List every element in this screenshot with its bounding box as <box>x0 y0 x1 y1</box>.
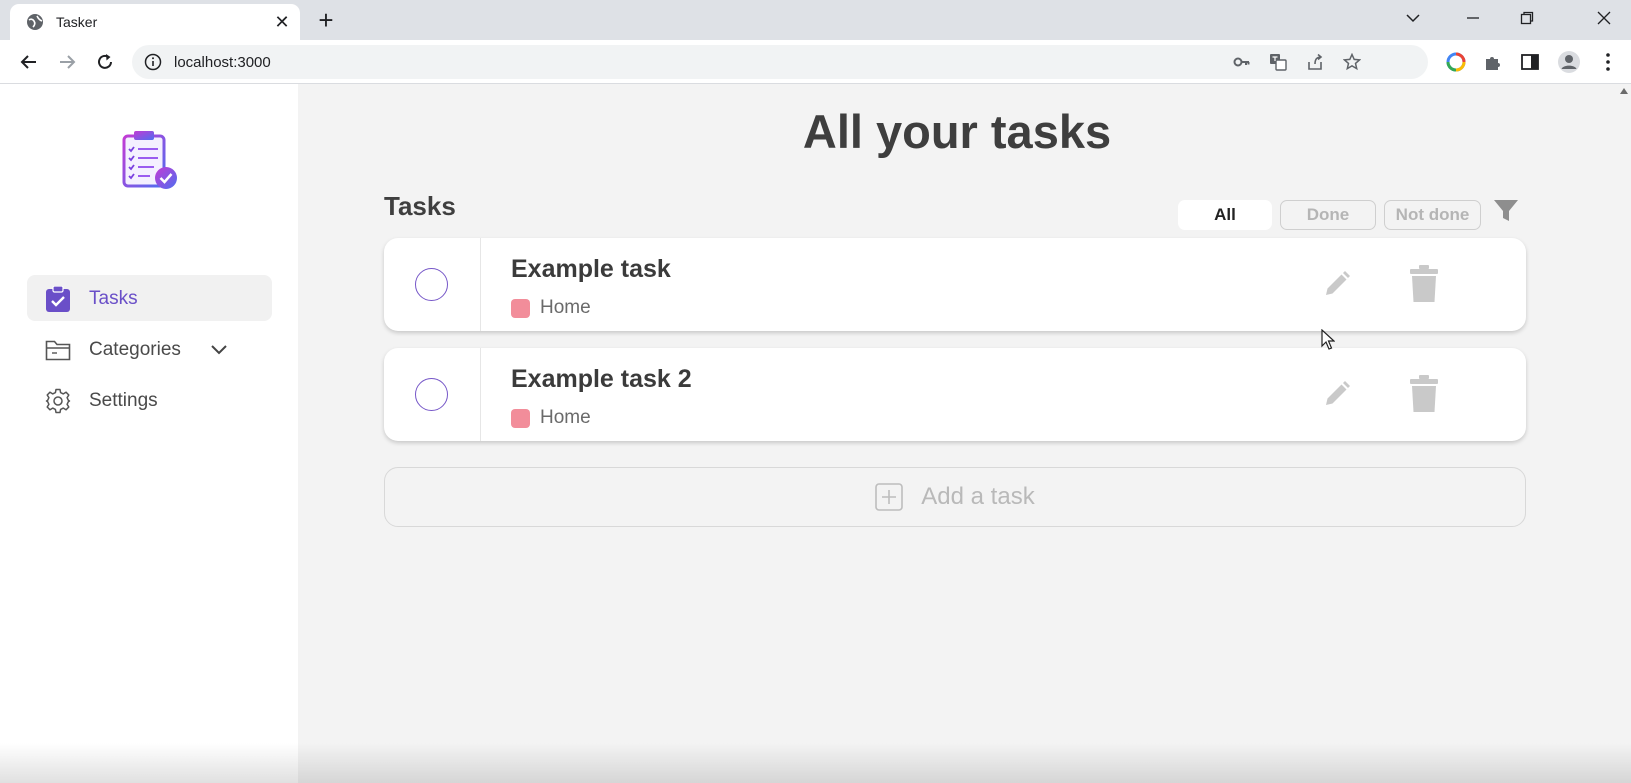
globe-icon <box>27 14 43 30</box>
edit-pencil-icon[interactable] <box>1321 268 1353 300</box>
scroll-up-arrow-icon[interactable] <box>1620 88 1628 94</box>
url-text[interactable]: localhost:3000 <box>174 54 271 71</box>
task-complete-checkbox[interactable] <box>415 378 448 411</box>
browser-toolbar: localhost:3000 <box>0 40 1631 84</box>
menu-kebab-icon[interactable] <box>1596 50 1620 74</box>
forward-icon[interactable] <box>53 48 81 76</box>
page: Tasks Categories Settings All your tasks… <box>0 84 1631 783</box>
task-card[interactable]: Example task Home <box>384 238 1526 331</box>
category-color-swatch <box>511 299 530 318</box>
section-title: Tasks <box>384 191 456 221</box>
filter-all-button[interactable]: All <box>1178 200 1272 230</box>
new-tab-button[interactable]: + <box>313 7 339 33</box>
page-title: All your tasks <box>802 105 1112 158</box>
side-panel-icon[interactable] <box>1518 50 1542 74</box>
category-color-swatch <box>511 409 530 428</box>
browser-tab[interactable]: Tasker ✕ <box>10 4 300 40</box>
tasker-logo-icon <box>122 131 177 189</box>
filter-funnel-icon[interactable] <box>1493 198 1519 224</box>
restore-icon[interactable] <box>1512 5 1542 31</box>
main-content: All your tasks Tasks All Done Not done E… <box>298 84 1616 783</box>
add-task-label: Add a task <box>921 483 1035 510</box>
tab-strip: Tasker ✕ + <box>0 0 1631 40</box>
profile-avatar-icon[interactable] <box>1557 50 1581 74</box>
reload-icon[interactable] <box>91 48 119 76</box>
bookmark-star-icon[interactable] <box>1342 52 1362 72</box>
extension-colorful-icon[interactable] <box>1444 50 1468 74</box>
minimize-icon[interactable] <box>1458 5 1488 31</box>
clipboard-check-icon <box>46 286 70 312</box>
tab-title: Tasker <box>56 14 98 30</box>
sidebar-item-tasks[interactable]: Tasks <box>27 275 272 321</box>
mouse-cursor-icon <box>1321 329 1335 350</box>
task-name: Example task 2 <box>511 365 692 393</box>
filter-done-button[interactable]: Done <box>1280 200 1376 230</box>
tab-close-icon[interactable]: ✕ <box>272 12 292 32</box>
add-task-button[interactable]: Add a task <box>384 467 1526 527</box>
task-card[interactable]: Example task 2 Home <box>384 348 1526 441</box>
sidebar-item-label: Tasks <box>89 288 138 309</box>
chevron-down-icon[interactable] <box>209 340 229 358</box>
browser-window: Tasker ✕ + localhost:3000 Tasks Categori… <box>0 0 1631 783</box>
page-scrollbar[interactable] <box>1616 84 1631 783</box>
filter-not-done-button[interactable]: Not done <box>1384 200 1481 230</box>
sidebar-item-label: Settings <box>89 390 158 411</box>
sidebar-item-settings[interactable]: Settings <box>27 377 272 423</box>
task-name: Example task <box>511 255 671 283</box>
sidebar-item-categories[interactable]: Categories <box>27 326 272 372</box>
key-icon[interactable] <box>1232 52 1252 72</box>
gear-icon <box>45 388 71 414</box>
plus-square-icon <box>875 483 904 511</box>
sidebar-item-label: Categories <box>89 339 181 360</box>
extensions-puzzle-icon[interactable] <box>1481 50 1505 74</box>
close-window-icon[interactable] <box>1589 5 1619 31</box>
trash-icon[interactable] <box>1409 265 1439 303</box>
trash-icon[interactable] <box>1409 375 1439 413</box>
folder-icon <box>45 340 71 361</box>
edit-pencil-icon[interactable] <box>1321 378 1353 410</box>
translate-icon[interactable] <box>1268 52 1288 72</box>
site-info-icon[interactable] <box>144 53 162 71</box>
task-complete-checkbox[interactable] <box>415 268 448 301</box>
task-divider <box>480 348 481 441</box>
task-divider <box>480 238 481 331</box>
sidebar: Tasks Categories Settings <box>0 84 298 783</box>
back-icon[interactable] <box>15 48 43 76</box>
task-category-label: Home <box>540 407 591 428</box>
share-icon[interactable] <box>1305 52 1325 72</box>
task-category-label: Home <box>540 297 591 318</box>
address-bar[interactable]: localhost:3000 <box>132 45 1428 79</box>
tab-search-icon[interactable] <box>1398 5 1428 31</box>
